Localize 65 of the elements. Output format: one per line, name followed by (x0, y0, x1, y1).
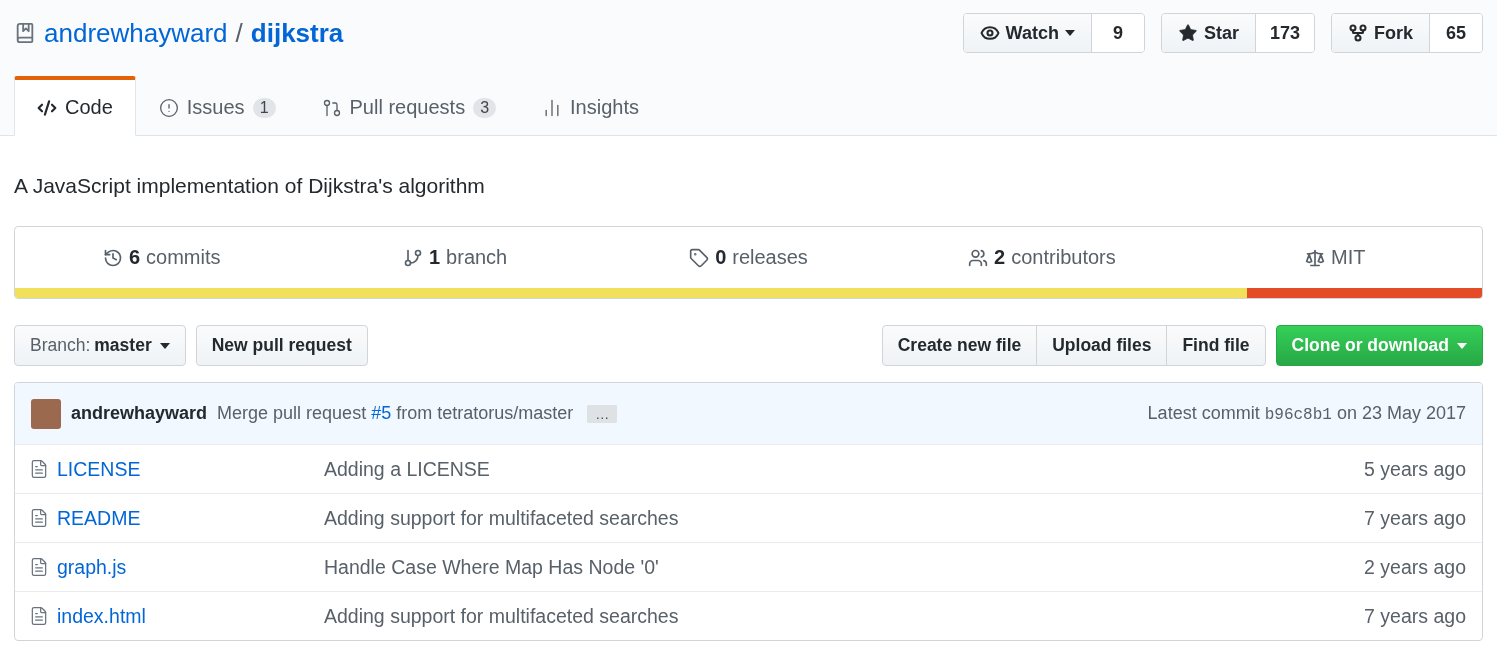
star-icon (1177, 23, 1198, 43)
count-link[interactable]: 173 (1255, 14, 1314, 52)
tag-icon (689, 247, 710, 268)
file-age: 2 years ago (1364, 555, 1466, 579)
commit-message-link[interactable]: Adding support for multifaceted searches (324, 506, 1365, 530)
latest-commit-info: Latest commit b96c8b1 on 23 May 2017 (1147, 403, 1466, 424)
repo-name-link[interactable]: dijkstra (250, 17, 344, 49)
caret-icon (1457, 342, 1467, 349)
watch-button[interactable]: Watch (963, 14, 1092, 52)
expand-button[interactable]: … (587, 404, 618, 423)
branch-icon (402, 247, 423, 268)
fork-button[interactable]: Fork (1332, 14, 1430, 52)
file-age: 5 years ago (1364, 457, 1466, 481)
file-link[interactable]: index.html (57, 604, 146, 628)
people-icon (968, 247, 989, 268)
tab[interactable]: Code (14, 76, 136, 136)
commit-message-link[interactable]: Handle Case Where Map Has Node '0' (324, 555, 1365, 579)
commit-message-link[interactable]: Adding a LICENSE (324, 457, 1365, 481)
commit-message-link[interactable]: Adding support for multifaceted searches (324, 604, 1365, 628)
summary-link[interactable]: 0 releases (601, 246, 896, 269)
summary-link[interactable]: 1 branch (308, 246, 602, 269)
repo-description: A JavaScript implementation of Dijkstra's algorithm (14, 174, 486, 198)
summary-link[interactable]: 6 commits (15, 246, 309, 269)
count-badge: 3 (473, 97, 497, 118)
fork-icon (1348, 23, 1368, 43)
repo-icon (14, 22, 36, 44)
pull-request-icon (321, 97, 342, 118)
count-link[interactable]: 65 (1430, 14, 1482, 52)
language-segment[interactable] (15, 288, 1248, 298)
file-link[interactable]: LICENSE (57, 457, 141, 481)
path-separator: / (235, 17, 243, 49)
branch-select-button[interactable]: Branch: master (14, 325, 186, 366)
summary-link[interactable]: MIT (1188, 246, 1482, 269)
tab[interactable]: Issues 1 (135, 76, 299, 136)
exclamation-circle-icon (158, 97, 179, 118)
file-icon (29, 508, 49, 528)
owner-link[interactable]: andrewhayward (44, 17, 228, 49)
caret-icon (159, 342, 170, 349)
language-segment[interactable] (1247, 288, 1482, 298)
file-action-button[interactable]: Upload files (1036, 325, 1168, 366)
count-link[interactable]: 9 (1091, 14, 1144, 52)
code-icon (37, 97, 57, 118)
star-button[interactable]: Star (1161, 14, 1256, 52)
file-link[interactable]: graph.js (57, 555, 127, 579)
commit-message: Merge pull request #5 from tetratorus/master (217, 403, 574, 424)
file-link[interactable]: README (57, 506, 141, 530)
file-age: 7 years ago (1364, 604, 1466, 628)
history-icon (102, 247, 123, 268)
file-icon (29, 459, 49, 479)
caret-icon (1064, 30, 1075, 36)
file-icon (29, 606, 49, 626)
file-age: 7 years ago (1364, 506, 1466, 530)
file-action-button[interactable]: Find file (1166, 325, 1266, 366)
file-icon (29, 557, 49, 577)
tab[interactable]: Insights (519, 76, 662, 136)
file-action-button[interactable]: Create new file (881, 325, 1038, 366)
scale-icon (1305, 247, 1326, 268)
pull-request-link[interactable]: #5 (371, 403, 392, 423)
tab[interactable]: Pull requests 3 (298, 76, 520, 136)
new-pull-request-button[interactable]: New pull request (195, 325, 368, 366)
summary-link[interactable]: 2 contributors (895, 246, 1189, 269)
commit-author[interactable]: andrewhayward (71, 403, 208, 424)
eye-icon (979, 23, 1000, 43)
count-badge: 1 (252, 97, 276, 118)
avatar (31, 398, 61, 429)
